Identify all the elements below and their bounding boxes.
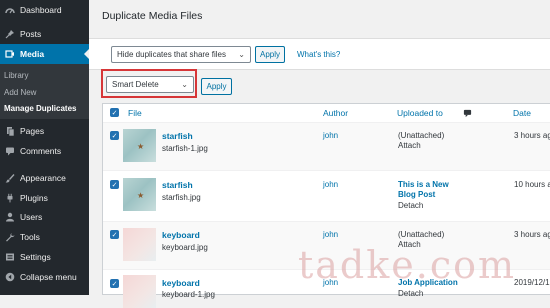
plugins-icon (4, 193, 15, 204)
menu-collapse[interactable]: Collapse menu (0, 267, 89, 287)
menu-media[interactable]: Media (0, 44, 89, 64)
file-name: keyboard.jpg (162, 243, 208, 252)
upload-date: 3 hours ag (514, 131, 550, 140)
media-submenu: Library Add New Manage Duplicates (0, 64, 89, 119)
column-header-uploaded-to[interactable]: Uploaded to (397, 104, 443, 122)
author-link[interactable]: john (323, 180, 338, 189)
detach-link[interactable]: Detach (398, 201, 423, 210)
uploaded-to-status: (Unattached) (398, 230, 445, 239)
menu-tools[interactable]: Tools (0, 227, 89, 247)
row-checkbox[interactable]: ✓ (110, 131, 119, 140)
keyboard-thumbnail[interactable] (123, 275, 156, 308)
appearance-icon (4, 173, 15, 184)
detach-link[interactable]: Detach (398, 289, 423, 298)
pin-icon (4, 29, 15, 40)
submenu-library[interactable]: Library (4, 71, 28, 80)
menu-dashboard[interactable]: Dashboard (0, 0, 89, 20)
upload-date: 3 hours ag (514, 230, 550, 239)
page-title: Duplicate Media Files (102, 10, 203, 22)
attach-link[interactable]: Attach (398, 141, 421, 150)
row-checkbox[interactable]: ✓ (110, 279, 119, 288)
starfish-icon: ★ (137, 191, 145, 200)
menu-appearance[interactable]: Appearance (0, 168, 89, 188)
menu-settings[interactable]: Settings (0, 247, 89, 267)
settings-icon (4, 252, 15, 263)
bulk-apply-button[interactable]: Apply (201, 78, 232, 95)
menu-posts[interactable]: Posts (0, 24, 89, 44)
keyboard-thumbnail[interactable] (123, 228, 156, 261)
menu-pages[interactable]: Pages (0, 121, 89, 141)
pages-icon (4, 126, 15, 137)
select-all-checkbox[interactable]: ✓ (110, 108, 119, 117)
starfish-icon: ★ (137, 142, 145, 151)
upload-date: 2019/12/16 (514, 278, 550, 287)
column-header-date[interactable]: Date (513, 104, 531, 122)
file-name: starfish-1.jpg (162, 144, 208, 153)
file-name: starfish.jpg (162, 193, 201, 202)
menu-users[interactable]: Users (0, 207, 89, 227)
duplicate-filter-select[interactable]: Hide duplicates that share files ⌄ (111, 46, 251, 63)
filter-bar: Hide duplicates that share files ⌄ Apply… (89, 38, 550, 70)
column-header-author[interactable]: Author (323, 104, 348, 122)
column-header-file[interactable]: File (128, 104, 142, 122)
menu-comments[interactable]: Comments (0, 141, 89, 161)
chevron-down-icon: ⌄ (238, 50, 245, 59)
tools-icon (4, 232, 15, 243)
row-checkbox[interactable]: ✓ (110, 230, 119, 239)
watermark: tadke.com (298, 243, 517, 287)
table-row: ✓ ★ starfish starfish-1.jpg john (Unatta… (103, 122, 550, 171)
media-icon (4, 49, 15, 60)
starfish-thumbnail[interactable]: ★ (123, 129, 156, 162)
whats-this-link[interactable]: What's this? (297, 50, 340, 59)
submenu-manage-duplicates[interactable]: Manage Duplicates (4, 104, 76, 113)
submenu-add-new[interactable]: Add New (4, 88, 36, 97)
starfish-thumbnail[interactable]: ★ (123, 178, 156, 211)
users-icon (4, 212, 15, 223)
file-title-link[interactable]: keyboard (162, 278, 200, 288)
parent-post-link[interactable]: This is a New (398, 180, 449, 189)
file-title-link[interactable]: keyboard (162, 230, 200, 240)
parent-post-link-line2[interactable]: Blog Post (398, 190, 435, 199)
author-link[interactable]: john (323, 230, 338, 239)
comment-bubble-icon[interactable] (463, 104, 472, 122)
menu-plugins[interactable]: Plugins (0, 188, 89, 208)
author-link[interactable]: john (323, 131, 338, 140)
table-row: ✓ ★ starfish starfish.jpg john This is a… (103, 170, 550, 222)
comments-icon (4, 146, 15, 157)
filter-apply-button[interactable]: Apply (255, 46, 285, 63)
uploaded-to-status: (Unattached) (398, 131, 445, 140)
highlight-box (101, 69, 197, 98)
dashboard-icon (4, 5, 15, 16)
file-title-link[interactable]: starfish (162, 131, 193, 141)
row-checkbox[interactable]: ✓ (110, 180, 119, 189)
admin-sidebar: Dashboard Posts Media Library Add New Ma… (0, 0, 89, 295)
upload-date: 10 hours a (514, 180, 550, 189)
collapse-icon (4, 272, 15, 283)
file-title-link[interactable]: starfish (162, 180, 193, 190)
